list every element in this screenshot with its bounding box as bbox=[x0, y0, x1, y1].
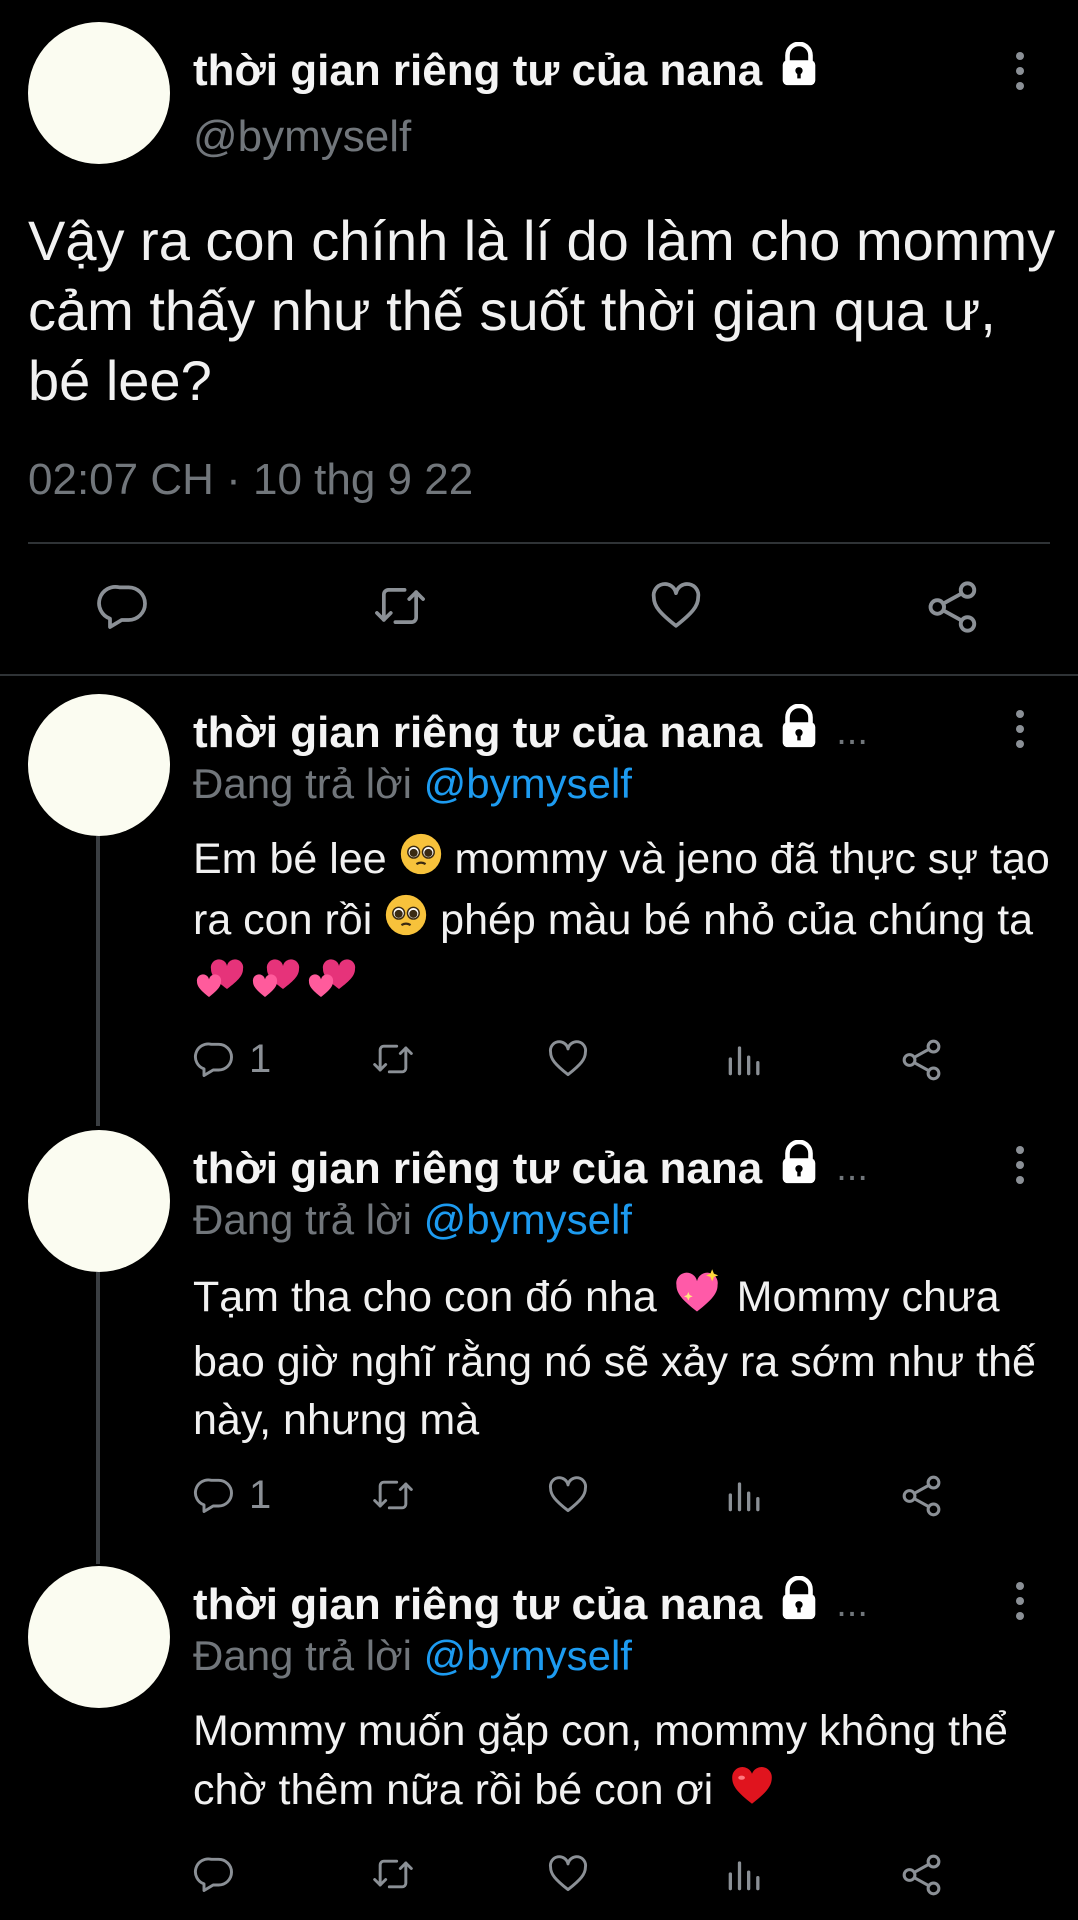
more-options-icon[interactable] bbox=[1012, 1582, 1028, 1627]
tweet-actions: 1 bbox=[193, 1473, 973, 1523]
thread-line bbox=[96, 836, 100, 1126]
tweet-text: Mommy muốn gặp con, mommy không thể chờ … bbox=[193, 1702, 1053, 1825]
display-name[interactable]: thời gian riêng tư của nana ... bbox=[193, 703, 868, 761]
more-options-icon[interactable] bbox=[1012, 710, 1028, 755]
like-icon[interactable] bbox=[545, 1037, 591, 1086]
retweet-icon[interactable] bbox=[369, 1852, 417, 1901]
replying-to: Đang trả lời @bymyself bbox=[193, 1632, 632, 1679]
thread-line bbox=[96, 1272, 100, 1564]
lock-icon bbox=[776, 1575, 822, 1633]
lock-icon bbox=[776, 703, 822, 761]
share-icon[interactable] bbox=[899, 1037, 945, 1088]
avatar[interactable] bbox=[28, 1130, 170, 1272]
avatar[interactable] bbox=[28, 22, 170, 164]
red-heart-emoji bbox=[725, 1760, 779, 1825]
mention-link[interactable]: @bymyself bbox=[424, 1632, 632, 1679]
reply-count: 1 bbox=[249, 1473, 272, 1517]
mention-link[interactable]: @bymyself bbox=[424, 1196, 632, 1243]
replying-to: Đang trả lời @bymyself bbox=[193, 1196, 632, 1243]
two-hearts-emoji bbox=[305, 952, 361, 1017]
display-name[interactable]: thời gian riêng tư của nana ... bbox=[193, 1575, 868, 1633]
views-icon[interactable] bbox=[723, 1037, 767, 1086]
truncation-ellipsis: ... bbox=[836, 711, 868, 753]
display-name[interactable]: thời gian riêng tư của nana ... bbox=[193, 1139, 868, 1197]
like-icon[interactable] bbox=[647, 578, 705, 639]
divider bbox=[28, 542, 1050, 544]
tweet-timestamp: 02:07 CH · 10 thg 9 22 bbox=[28, 455, 474, 504]
more-options-icon[interactable] bbox=[1012, 1146, 1028, 1191]
reply-icon[interactable] bbox=[193, 1852, 237, 1901]
divider bbox=[0, 674, 1078, 676]
reply-icon[interactable] bbox=[193, 1037, 237, 1086]
display-name[interactable]: thời gian riêng tư của nana bbox=[193, 41, 822, 99]
tweet-actions bbox=[193, 1852, 973, 1902]
pleading-face-emoji bbox=[399, 832, 443, 891]
retweet-icon[interactable] bbox=[369, 1473, 417, 1522]
tweet-text: Tạm tha cho con đó nha Mommy chưa bao gi… bbox=[193, 1266, 1053, 1449]
sparkling-heart-emoji bbox=[669, 1266, 725, 1333]
mention-link[interactable]: @bymyself bbox=[424, 760, 632, 807]
views-icon[interactable] bbox=[723, 1473, 767, 1522]
tweet-text: Vậy ra con chính là lí do làm cho mommy … bbox=[28, 209, 1056, 412]
avatar[interactable] bbox=[28, 1566, 170, 1708]
reply-icon[interactable] bbox=[96, 578, 152, 639]
two-hearts-emoji bbox=[249, 952, 305, 1017]
like-icon[interactable] bbox=[545, 1852, 591, 1901]
handle[interactable]: @bymyself bbox=[193, 112, 411, 162]
tweet-actions: 1 bbox=[193, 1037, 973, 1087]
like-icon[interactable] bbox=[545, 1473, 591, 1522]
reply-count: 1 bbox=[249, 1037, 272, 1081]
retweet-icon[interactable] bbox=[370, 578, 430, 639]
reply-icon[interactable] bbox=[193, 1473, 237, 1522]
truncation-ellipsis: ... bbox=[836, 1583, 868, 1625]
retweet-icon[interactable] bbox=[369, 1037, 417, 1086]
pleading-face-emoji bbox=[384, 893, 428, 952]
replying-to: Đang trả lời @bymyself bbox=[193, 760, 632, 807]
share-icon[interactable] bbox=[899, 1473, 945, 1524]
tweet-text: Em bé lee mommy và jeno đã thực sự tạo r… bbox=[193, 830, 1053, 1017]
truncation-ellipsis: ... bbox=[836, 1147, 868, 1189]
lock-icon bbox=[776, 1139, 822, 1197]
more-options-icon[interactable] bbox=[1012, 52, 1028, 97]
share-icon[interactable] bbox=[924, 578, 982, 641]
share-icon[interactable] bbox=[899, 1852, 945, 1903]
two-hearts-emoji bbox=[193, 952, 249, 1017]
views-icon[interactable] bbox=[723, 1852, 767, 1901]
lock-icon bbox=[776, 41, 822, 99]
avatar[interactable] bbox=[28, 694, 170, 836]
